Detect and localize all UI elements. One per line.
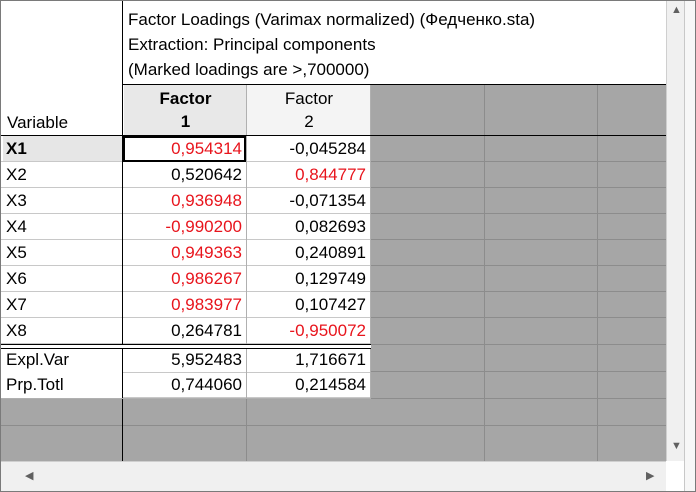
horizontal-scrollbar[interactable]: ◀ ▶ <box>1 461 666 491</box>
row-label[interactable]: X1 <box>3 136 122 162</box>
factor-2-cell[interactable]: 0,129749 <box>247 266 370 292</box>
scroll-up-arrow-icon[interactable]: ▲ <box>671 3 682 17</box>
column-header-factor-1[interactable]: Factor 1 <box>124 85 247 135</box>
summary-factor-1-cell[interactable]: 0,744060 <box>123 372 246 398</box>
summary-row-label[interactable]: Expl.Var <box>3 347 122 373</box>
factor-2-cell[interactable]: 0,240891 <box>247 240 370 266</box>
window-edge <box>684 1 695 491</box>
scroll-down-arrow-icon[interactable]: ▼ <box>671 439 682 453</box>
row-label[interactable]: X8 <box>3 318 122 344</box>
summary-factor-2-cell[interactable]: 0,214584 <box>247 372 370 398</box>
row-label[interactable]: X5 <box>3 240 122 266</box>
factor-1-cell[interactable]: 0,264781 <box>123 318 246 344</box>
row-label[interactable]: X4 <box>3 214 122 240</box>
title-line-1: Factor Loadings (Varimax normalized) (Фе… <box>128 10 536 29</box>
factor-1-cell[interactable]: 0,520642 <box>123 162 246 188</box>
row-label[interactable]: X3 <box>3 188 122 214</box>
factor-1-cell[interactable]: 0,983977 <box>123 292 246 318</box>
scroll-right-arrow-icon[interactable]: ▶ <box>646 469 654 483</box>
table-title: Factor Loadings (Varimax normalized) (Фе… <box>128 7 535 82</box>
factor-1-cell[interactable]: 0,936948 <box>123 188 246 214</box>
empty-rows-area <box>1 399 371 461</box>
row-label[interactable]: X6 <box>3 266 122 292</box>
summary-row-label[interactable]: Prp.Totl <box>3 372 122 398</box>
factor-2-cell[interactable]: 0,844777 <box>247 162 370 188</box>
factor-2-cell[interactable]: -0,071354 <box>247 188 370 214</box>
title-line-2: Extraction: Principal components <box>128 35 376 54</box>
factor-2-cell[interactable]: -0,045284 <box>247 136 370 162</box>
factor-1-cell[interactable]: -0,990200 <box>123 214 246 240</box>
column-header-factor-2[interactable]: Factor 2 <box>247 85 371 135</box>
row-label[interactable]: X2 <box>3 162 122 188</box>
factor-2-cell[interactable]: -0,950072 <box>247 318 370 344</box>
factor-2-cell[interactable]: 0,107427 <box>247 292 370 318</box>
factor-1-cell[interactable]: 0,954314 <box>123 136 246 162</box>
factor-1-cell[interactable]: 0,949363 <box>123 240 246 266</box>
spreadsheet-window: Factor Loadings (Varimax normalized) (Фе… <box>0 0 696 492</box>
scroll-left-arrow-icon[interactable]: ◀ <box>25 469 33 483</box>
summary-factor-2-cell[interactable]: 1,716671 <box>247 347 370 373</box>
empty-columns-area <box>371 85 666 461</box>
vertical-scrollbar[interactable]: ▲ ▼ <box>666 1 685 461</box>
row-label[interactable]: X7 <box>3 292 122 318</box>
summary-factor-1-cell[interactable]: 5,952483 <box>123 347 246 373</box>
row-header-variable: Variable <box>7 113 69 132</box>
factor-2-cell[interactable]: 0,082693 <box>247 214 370 240</box>
title-line-3: (Marked loadings are >,700000) <box>128 60 370 79</box>
factor-1-cell[interactable]: 0,986267 <box>123 266 246 292</box>
